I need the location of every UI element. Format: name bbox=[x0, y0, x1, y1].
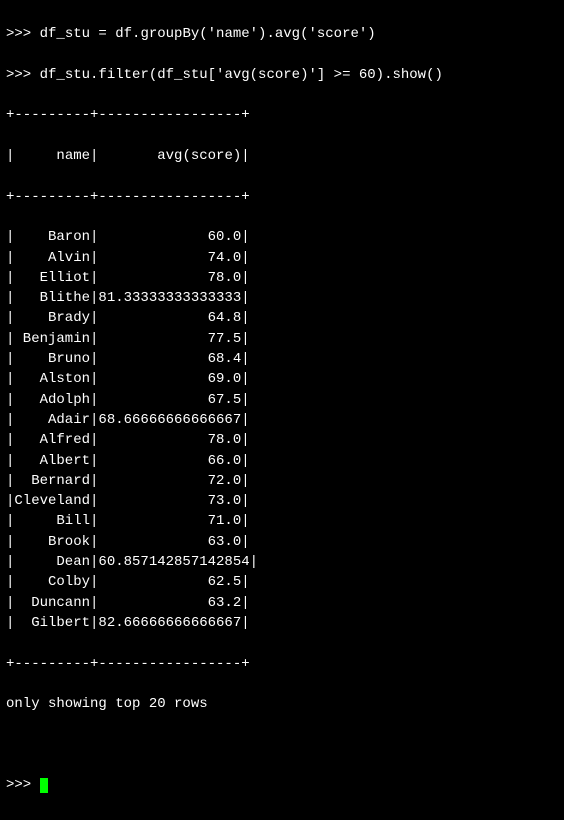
table-row: | Gilbert|82.66666666666667| bbox=[6, 613, 558, 633]
blank-line bbox=[6, 735, 558, 755]
table-row: | Alston| 69.0| bbox=[6, 369, 558, 389]
table-row: | Bruno| 68.4| bbox=[6, 349, 558, 369]
table-row: | Blithe|81.33333333333333| bbox=[6, 288, 558, 308]
table-body: | Baron| 60.0|| Alvin| 74.0|| Elliot| 78… bbox=[6, 227, 558, 633]
table-row: | Alvin| 74.0| bbox=[6, 248, 558, 268]
table-row: | Brady| 64.8| bbox=[6, 308, 558, 328]
command-line-1: >>> df_stu = df.groupBy('name').avg('sco… bbox=[6, 24, 558, 44]
table-row: | Adolph| 67.5| bbox=[6, 390, 558, 410]
table-row: | Brook| 63.0| bbox=[6, 532, 558, 552]
header-avg: avg(score) bbox=[98, 148, 241, 164]
table-row: | Adair|68.66666666666667| bbox=[6, 410, 558, 430]
command-line-2: >>> df_stu.filter(df_stu['avg(score)'] >… bbox=[6, 65, 558, 85]
table-row: |Cleveland| 73.0| bbox=[6, 491, 558, 511]
command-1-text: df_stu = df.groupBy('name').avg('score') bbox=[40, 26, 376, 42]
table-row: | Bernard| 72.0| bbox=[6, 471, 558, 491]
table-row: | Albert| 66.0| bbox=[6, 451, 558, 471]
command-2-text: df_stu.filter(df_stu['avg(score)'] >= 60… bbox=[40, 67, 443, 83]
prompt: >>> bbox=[6, 26, 31, 42]
table-row: | Bill| 71.0| bbox=[6, 511, 558, 531]
footer-text: only showing top 20 rows bbox=[6, 694, 558, 714]
table-border-bottom: +---------+-----------------+ bbox=[6, 654, 558, 674]
table-row: | Elliot| 78.0| bbox=[6, 268, 558, 288]
table-row: | Dean|60.857142857142854| bbox=[6, 552, 558, 572]
table-row: | Baron| 60.0| bbox=[6, 227, 558, 247]
cursor-icon bbox=[40, 778, 48, 793]
prompt: >>> bbox=[6, 67, 31, 83]
prompt: >>> bbox=[6, 777, 31, 793]
table-row: | Alfred| 78.0| bbox=[6, 430, 558, 450]
table-row: | Benjamin| 77.5| bbox=[6, 329, 558, 349]
table-row: | Colby| 62.5| bbox=[6, 572, 558, 592]
terminal[interactable]: >>> df_stu = df.groupBy('name').avg('sco… bbox=[0, 0, 564, 820]
header-name: name bbox=[14, 148, 90, 164]
table-header: | name| avg(score)| bbox=[6, 146, 558, 166]
table-border-top: +---------+-----------------+ bbox=[6, 105, 558, 125]
table-border-mid: +---------+-----------------+ bbox=[6, 187, 558, 207]
table-row: | Duncann| 63.2| bbox=[6, 593, 558, 613]
prompt-line[interactable]: >>> bbox=[6, 775, 558, 795]
